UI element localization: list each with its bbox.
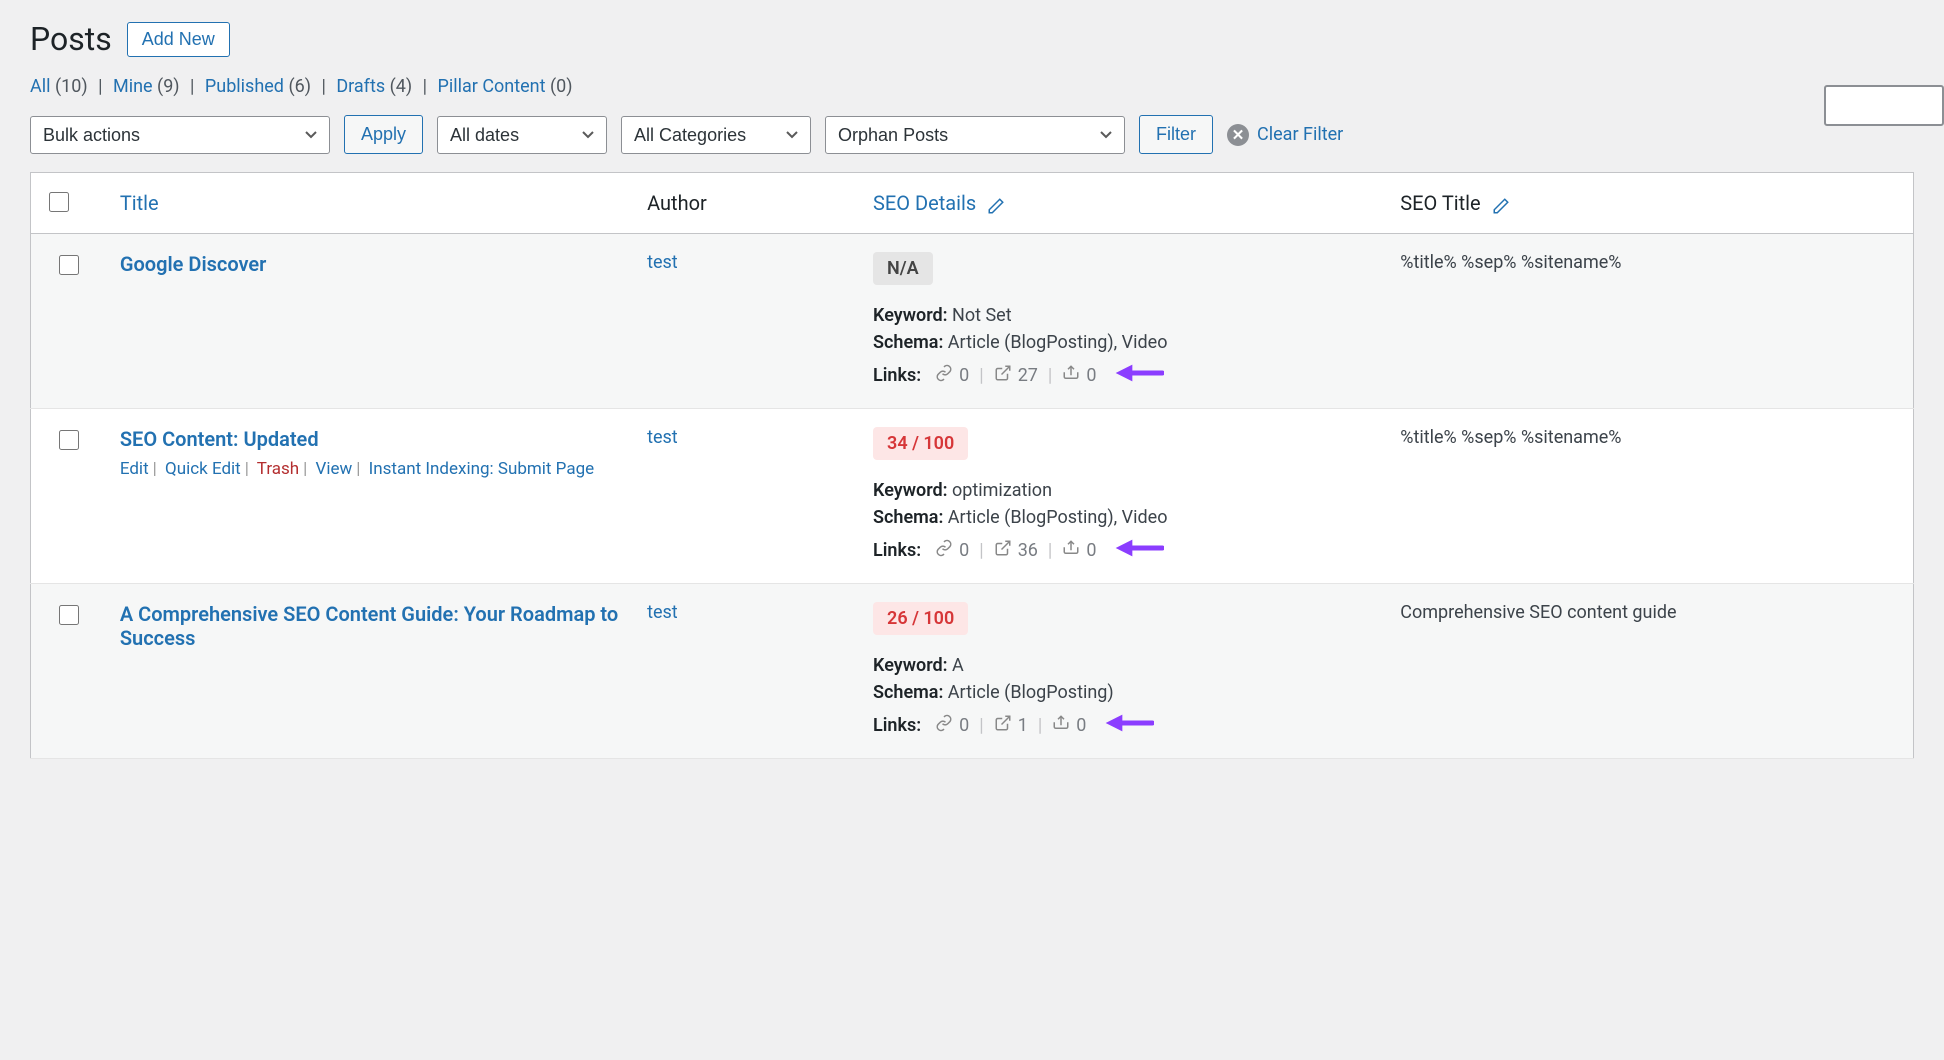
add-new-button[interactable]: Add New: [127, 22, 230, 57]
posts-table: Title Author SEO Details SEO Title Googl…: [30, 172, 1914, 759]
close-icon: ✕: [1227, 124, 1249, 146]
internal-links: 0: [935, 714, 969, 737]
internal-links: 0: [935, 539, 969, 562]
incoming-link-icon: [1062, 364, 1080, 387]
clear-filter-link[interactable]: ✕ Clear Filter: [1227, 124, 1343, 146]
external-links: 1: [994, 714, 1028, 737]
trash-link[interactable]: Trash: [257, 459, 299, 479]
search-input[interactable]: [1824, 85, 1944, 126]
links-row: Links: 0 | 27 | 0: [873, 361, 1372, 390]
schema-line: Schema: Article (BlogPosting), Video: [873, 332, 1372, 353]
column-seo-details[interactable]: SEO Details: [873, 191, 976, 215]
keyword-line: Keyword: optimization: [873, 480, 1372, 501]
incoming-link-icon: [1062, 539, 1080, 562]
post-filter-select[interactable]: Orphan Posts: [825, 116, 1125, 154]
incoming-link-icon: [1052, 714, 1070, 737]
table-row: SEO Content: Updated Edit| Quick Edit| T…: [31, 409, 1914, 584]
filter-drafts[interactable]: Drafts: [336, 76, 385, 97]
schema-line: Schema: Article (BlogPosting): [873, 682, 1372, 703]
view-link[interactable]: View: [316, 459, 353, 479]
internal-links: 0: [935, 364, 969, 387]
link-icon: [935, 539, 953, 562]
keyword-line: Keyword: Not Set: [873, 305, 1372, 326]
row-checkbox[interactable]: [59, 605, 79, 625]
row-checkbox[interactable]: [59, 430, 79, 450]
clear-filter-label: Clear Filter: [1257, 124, 1343, 145]
links-row: Links: 0 | 1 | 0: [873, 711, 1372, 740]
filter-published-count: (6): [288, 76, 311, 97]
schema-line: Schema: Article (BlogPosting), Video: [873, 507, 1372, 528]
seo-title-cell: %title% %sep% %sitename%: [1386, 234, 1913, 409]
filter-mine[interactable]: Mine: [113, 76, 153, 97]
links-row: Links: 0 | 36 | 0: [873, 536, 1372, 565]
quick-edit-link[interactable]: Quick Edit: [165, 459, 241, 479]
external-link-icon: [994, 364, 1012, 387]
arrow-annotation-icon: [1104, 711, 1154, 740]
link-icon: [935, 364, 953, 387]
filter-drafts-count: (4): [390, 76, 413, 97]
author-link[interactable]: test: [647, 602, 678, 623]
edit-link[interactable]: Edit: [120, 459, 149, 479]
column-seo-title: SEO Title: [1400, 191, 1480, 215]
pencil-icon[interactable]: [1492, 196, 1510, 214]
author-link[interactable]: test: [647, 427, 678, 448]
external-link-icon: [994, 539, 1012, 562]
row-checkbox[interactable]: [59, 255, 79, 275]
filter-mine-count: (9): [157, 76, 180, 97]
external-links: 27: [994, 364, 1038, 387]
select-all-checkbox[interactable]: [49, 192, 69, 212]
pencil-icon[interactable]: [987, 196, 1005, 214]
filter-all[interactable]: All: [30, 76, 51, 97]
dates-select[interactable]: All dates: [437, 116, 607, 154]
filter-all-count: (10): [55, 76, 88, 97]
seo-title-cell: %title% %sep% %sitename%: [1386, 409, 1913, 584]
table-row: Google Discover test N/A Keyword: Not Se…: [31, 234, 1914, 409]
column-title[interactable]: Title: [120, 191, 159, 215]
table-row: A Comprehensive SEO Content Guide: Your …: [31, 584, 1914, 759]
filter-pillar-count: (0): [550, 76, 573, 97]
status-filter-links: All (10) | Mine (9) | Published (6) | Dr…: [30, 76, 1914, 97]
external-link-icon: [994, 714, 1012, 737]
author-link[interactable]: test: [647, 252, 678, 273]
external-links: 36: [994, 539, 1038, 562]
filter-pillar[interactable]: Pillar Content: [437, 76, 545, 97]
seo-score-badge: 34 / 100: [873, 427, 968, 460]
arrow-annotation-icon: [1114, 361, 1164, 390]
incoming-links: 0: [1062, 539, 1096, 562]
arrow-annotation-icon: [1114, 536, 1164, 565]
post-title-link[interactable]: A Comprehensive SEO Content Guide: Your …: [120, 602, 618, 650]
incoming-links: 0: [1052, 714, 1086, 737]
post-title-link[interactable]: SEO Content: Updated: [120, 427, 319, 451]
apply-button[interactable]: Apply: [344, 115, 423, 154]
seo-score-badge: 26 / 100: [873, 602, 968, 635]
filter-button[interactable]: Filter: [1139, 115, 1213, 154]
instant-indexing-link[interactable]: Instant Indexing: Submit Page: [369, 459, 594, 479]
column-author: Author: [633, 173, 859, 234]
seo-title-cell: Comprehensive SEO content guide: [1386, 584, 1913, 759]
incoming-links: 0: [1062, 364, 1096, 387]
link-icon: [935, 714, 953, 737]
bulk-actions-select[interactable]: Bulk actions: [30, 116, 330, 154]
page-title: Posts: [30, 20, 112, 58]
seo-score-badge: N/A: [873, 252, 933, 285]
keyword-line: Keyword: A: [873, 655, 1372, 676]
post-title-link[interactable]: Google Discover: [120, 252, 267, 276]
categories-select[interactable]: All Categories: [621, 116, 811, 154]
row-actions: Edit| Quick Edit| Trash| View| Instant I…: [120, 459, 619, 479]
filter-published[interactable]: Published: [205, 76, 284, 97]
